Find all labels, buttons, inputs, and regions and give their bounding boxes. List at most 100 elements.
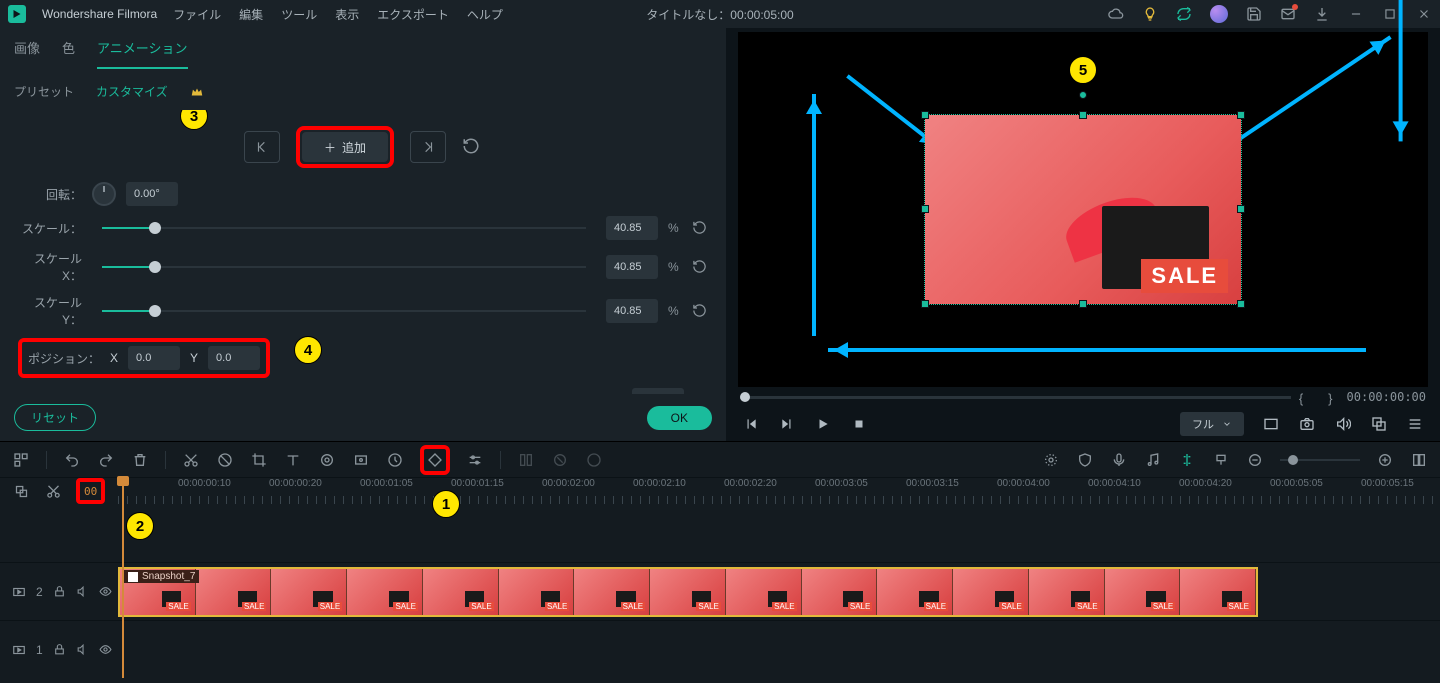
cut-icon[interactable] <box>182 451 200 469</box>
mic-icon[interactable] <box>1110 451 1128 469</box>
snap-icon[interactable] <box>1178 451 1196 469</box>
speed-icon[interactable] <box>386 451 404 469</box>
menu-tools[interactable]: ツール <box>281 6 317 23</box>
snapshot-icon[interactable] <box>1298 415 1316 433</box>
sync-icon[interactable] <box>1176 6 1192 22</box>
eye-icon[interactable] <box>99 643 112 656</box>
step-fwd-icon[interactable] <box>778 415 796 433</box>
minimize-icon[interactable] <box>1348 6 1364 22</box>
music-icon[interactable] <box>1144 451 1162 469</box>
subtab-preset[interactable]: プリセット <box>14 83 74 100</box>
rotation-label: 回転： <box>18 186 82 203</box>
play-icon[interactable] <box>814 415 832 433</box>
preview-panel: 5 SALE <box>726 28 1440 441</box>
account-orb-icon[interactable] <box>1210 5 1228 23</box>
subtab-customize[interactable]: カスタマイズ <box>96 83 168 100</box>
arrow-diag-tr <box>1230 35 1392 146</box>
ok-button[interactable]: OK <box>647 406 712 430</box>
effect-icon[interactable] <box>352 451 370 469</box>
rotation-value[interactable]: 0.00° <box>126 182 178 206</box>
delete-icon[interactable] <box>131 451 149 469</box>
save-icon[interactable] <box>1246 6 1262 22</box>
menu-help[interactable]: ヘルプ <box>467 6 503 23</box>
marker-icon[interactable] <box>1212 451 1230 469</box>
playhead-time[interactable]: 00 <box>84 485 97 498</box>
zoom-in-icon[interactable] <box>1376 451 1394 469</box>
text-icon[interactable] <box>284 451 302 469</box>
menu-file[interactable]: ファイル <box>173 6 221 23</box>
step-back-icon[interactable] <box>742 415 760 433</box>
fullscreen-icon[interactable] <box>1262 415 1280 433</box>
callout-2: 2 <box>126 512 154 540</box>
shield-icon[interactable] <box>1076 451 1094 469</box>
tag-icon[interactable] <box>216 451 234 469</box>
next-keyframe-button[interactable] <box>410 131 446 163</box>
preview-canvas[interactable]: 5 SALE <box>738 32 1428 387</box>
rotation-dial[interactable] <box>92 182 116 206</box>
layers-icon[interactable] <box>12 482 30 500</box>
maximize-icon[interactable] <box>1382 6 1398 22</box>
position-x-value[interactable]: 0.0 <box>128 346 180 370</box>
playhead[interactable] <box>122 478 124 678</box>
prev-keyframe-button[interactable] <box>244 131 280 163</box>
zoom-out-icon[interactable] <box>1246 451 1264 469</box>
clip-snapshot[interactable]: Snapshot_7 <box>118 567 1258 617</box>
menu-edit[interactable]: 編集 <box>239 6 263 23</box>
settings-icon[interactable] <box>1406 415 1424 433</box>
auto-icon[interactable] <box>1042 451 1060 469</box>
fit-icon[interactable] <box>1410 451 1428 469</box>
scalex-value[interactable]: 40.85 <box>606 255 658 279</box>
selection-frame[interactable]: SALE <box>924 114 1241 306</box>
titlebar: Wondershare Filmora ファイル 編集 ツール 表示 エクスポー… <box>0 0 1440 28</box>
mute-icon[interactable] <box>76 643 89 656</box>
scalex-slider[interactable] <box>102 266 586 268</box>
eye-icon[interactable] <box>99 585 112 598</box>
scaley-value[interactable]: 40.85 <box>606 299 658 323</box>
add-keyframe-button[interactable]: ＋追加 <box>302 132 388 162</box>
menu-view[interactable]: 表示 <box>335 6 359 23</box>
transport-bar: フル <box>734 407 1432 441</box>
cloud-icon[interactable] <box>1108 6 1124 22</box>
reset-keyframes-icon[interactable] <box>462 137 482 157</box>
lock-icon[interactable] <box>53 643 66 656</box>
redo-icon[interactable] <box>97 451 115 469</box>
tab-image[interactable]: 画像 <box>14 38 40 69</box>
color-icon[interactable] <box>318 451 336 469</box>
media-icon[interactable] <box>12 451 30 469</box>
popout-icon[interactable] <box>1370 415 1388 433</box>
ruler[interactable]: 00 00:00:00:1000:00:00:2000:00:01:0500:0… <box>0 478 1440 504</box>
scaley-reset-icon[interactable] <box>692 303 708 319</box>
scrub-slider[interactable] <box>740 396 1291 399</box>
scalex-reset-icon[interactable] <box>692 259 708 275</box>
adjust-icon[interactable] <box>466 451 484 469</box>
opacity-value[interactable]: 100.00 <box>632 388 684 394</box>
timeline-toolbar <box>0 442 1440 478</box>
close-icon[interactable] <box>1416 6 1432 22</box>
reset-button[interactable]: リセット <box>14 404 96 431</box>
lock-icon[interactable] <box>53 585 66 598</box>
bulb-icon[interactable] <box>1142 6 1158 22</box>
tab-animation[interactable]: アニメーション <box>97 38 187 69</box>
crop-icon[interactable] <box>250 451 268 469</box>
scale-value[interactable]: 40.85 <box>606 216 658 240</box>
mail-icon[interactable] <box>1280 6 1296 22</box>
keyframe-tool-icon[interactable] <box>426 451 444 469</box>
scale-row: スケール： 40.85 % <box>18 216 708 240</box>
menu-export[interactable]: エクスポート <box>377 6 449 23</box>
position-y-value[interactable]: 0.0 <box>208 346 260 370</box>
pin-icon[interactable] <box>44 482 62 500</box>
undo-icon[interactable] <box>63 451 81 469</box>
stop-icon[interactable] <box>850 415 868 433</box>
volume-icon[interactable] <box>1334 415 1352 433</box>
scrub-braces[interactable]: { } <box>1299 388 1339 407</box>
mute-icon[interactable] <box>76 585 89 598</box>
download-icon[interactable] <box>1314 6 1330 22</box>
zoom-slider[interactable] <box>1280 459 1360 461</box>
scaley-slider[interactable] <box>102 310 586 312</box>
scale-slider[interactable] <box>102 227 586 229</box>
app-logo <box>8 5 26 23</box>
quality-select[interactable]: フル <box>1180 412 1244 436</box>
scale-reset-icon[interactable] <box>692 220 708 236</box>
titlebar-actions <box>1108 5 1432 23</box>
tab-color[interactable]: 色 <box>62 38 75 69</box>
